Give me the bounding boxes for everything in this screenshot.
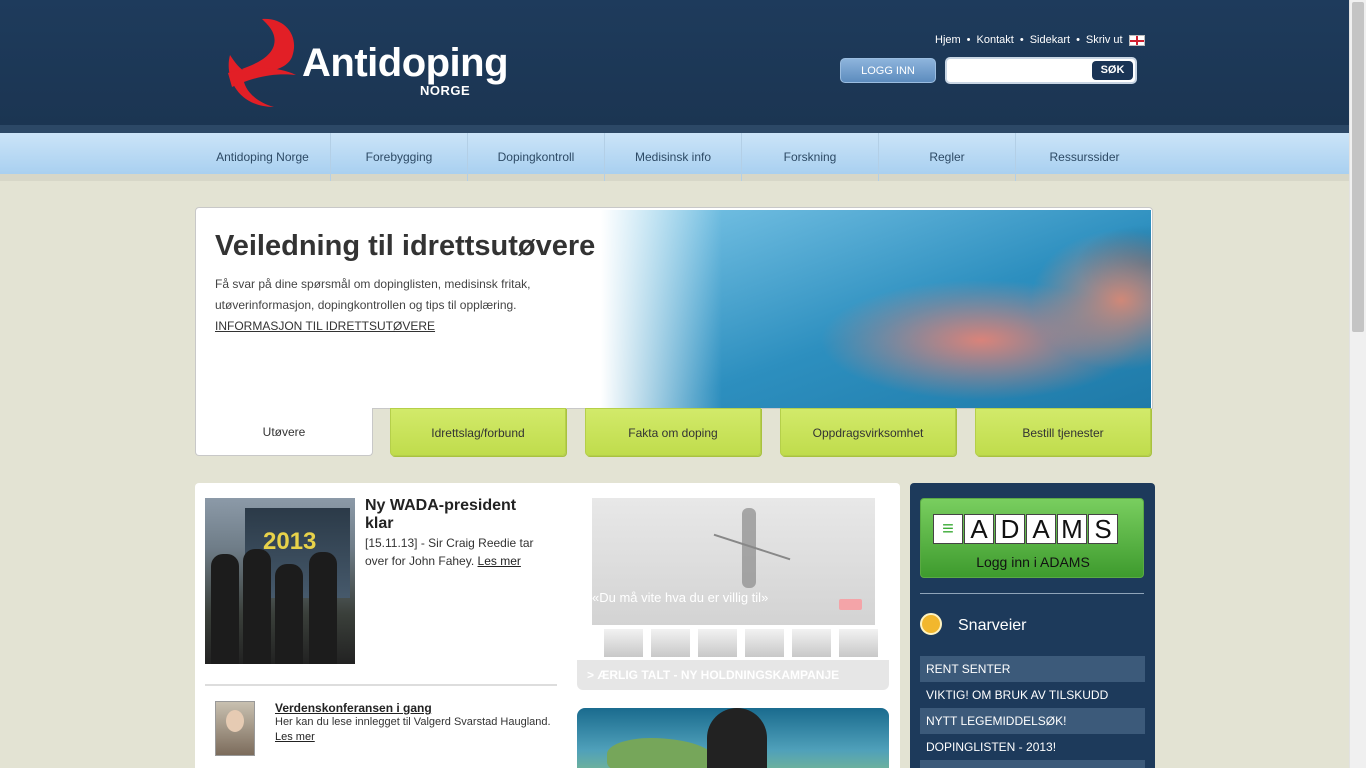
- link-sidekart[interactable]: Sidekart: [1030, 34, 1070, 46]
- adams-letter: M: [1057, 514, 1087, 544]
- thumbnail[interactable]: [698, 629, 737, 657]
- campaign-caption: «Du må vite hva du er villig til»: [592, 590, 769, 605]
- video-icon[interactable]: [839, 599, 862, 610]
- campaign-image[interactable]: [592, 498, 875, 625]
- tab-bestill-tjenester[interactable]: Bestill tjenester: [975, 408, 1151, 456]
- shortcuts-icon: [920, 613, 942, 635]
- nav-item-forskning[interactable]: Forskning: [742, 133, 879, 181]
- thumbnail[interactable]: [745, 629, 784, 657]
- scrollbar-thumb[interactable]: [1352, 2, 1364, 332]
- tab-fakta-om-doping[interactable]: Fakta om doping: [585, 408, 761, 456]
- vertical-scrollbar[interactable]: [1349, 0, 1366, 768]
- secondary-news-title[interactable]: Verdenskonferansen i gang: [275, 701, 432, 715]
- portrait-image[interactable]: [215, 701, 255, 756]
- sidebar-divider: [920, 593, 1144, 594]
- nav-item-forebygging[interactable]: Forebygging: [331, 133, 468, 181]
- sidebar: ≡ A D A M S Logg inn i ADAMS Snarveier R…: [910, 483, 1155, 768]
- search-input[interactable]: [951, 62, 1091, 80]
- campaign-link[interactable]: > ÆRLIG TALT - NY HOLDNINGSKAMPANJE: [577, 660, 889, 690]
- shortcut-item[interactable]: RENT SENTER: [920, 656, 1145, 682]
- news-divider: [205, 684, 557, 686]
- world-banner-image[interactable]: [577, 708, 889, 768]
- adams-login-button[interactable]: ≡ A D A M S Logg inn i ADAMS: [920, 498, 1144, 578]
- site-logo[interactable]: Antidoping NORGE: [222, 15, 509, 115]
- shortcut-item[interactable]: NYTT LEGEMIDDELSØK!: [920, 708, 1145, 734]
- shortcut-item[interactable]: [920, 760, 1145, 768]
- adams-letter: A: [1026, 514, 1056, 544]
- nav-item-medisinsk-info[interactable]: Medisinsk info: [605, 133, 742, 181]
- adams-mark-icon: ≡: [933, 514, 963, 544]
- nav-item-antidoping-norge[interactable]: Antidoping Norge: [195, 133, 331, 181]
- link-skriv-ut[interactable]: Skriv ut: [1086, 34, 1123, 46]
- nav-item-dopingkontroll[interactable]: Dopingkontroll: [468, 133, 605, 181]
- search-button[interactable]: SØK: [1092, 61, 1133, 80]
- site-header: Antidoping NORGE Hjem • Kontakt • Sideka…: [0, 0, 1349, 133]
- top-links: Hjem • Kontakt • Sidekart • Skriv ut: [935, 34, 1145, 46]
- link-hjem[interactable]: Hjem: [935, 34, 961, 46]
- shortcuts-title: Snarveier: [958, 617, 1027, 634]
- separator-dot: •: [1019, 34, 1024, 46]
- hero-title: Veiledning til idrettsutøvere: [215, 230, 596, 262]
- audience-tabs: Utøvere Idrettslag/forbund Fakta om dopi…: [195, 408, 1153, 457]
- news-read-more-link[interactable]: Les mer: [478, 554, 521, 568]
- logo-wordmark: Antidoping: [302, 41, 509, 85]
- thumbnail[interactable]: [792, 629, 831, 657]
- tab-utovere[interactable]: Utøvere: [195, 408, 373, 456]
- news-title[interactable]: Ny WADA-president klar: [365, 497, 535, 533]
- login-button[interactable]: LOGG INN: [840, 58, 936, 83]
- adams-logo: ≡ A D A M S: [933, 514, 1118, 544]
- news-summary: [15.11.13] - Sir Craig Reedie tar over f…: [365, 534, 550, 570]
- secondary-news-summary: Her kan du lese innlegget til Valgerd Sv…: [275, 716, 551, 728]
- thumbnail[interactable]: [604, 629, 643, 657]
- shortcuts-list: RENT SENTER VIKTIG! OM BRUK AV TILSKUDD …: [920, 656, 1145, 768]
- logo-mark-icon: [228, 18, 296, 107]
- adams-letter: A: [964, 514, 994, 544]
- hero-link[interactable]: INFORMASJON TIL IDRETTSUTØVERE: [215, 319, 435, 333]
- nav-item-ressurssider[interactable]: Ressurssider: [1016, 133, 1153, 181]
- hero-banner: Veiledning til idrettsutøvere Få svar på…: [195, 207, 1153, 409]
- logo-subtitle: NORGE: [420, 83, 471, 98]
- news-image[interactable]: 2013: [205, 498, 355, 664]
- main-content: 2013 Ny WADA-president klar [15.11.13] -…: [195, 483, 900, 768]
- secondary-news-text: Her kan du lese innlegget til Valgerd Sv…: [275, 715, 555, 745]
- link-kontakt[interactable]: Kontakt: [977, 34, 1014, 46]
- backdrop-year: 2013: [263, 528, 317, 555]
- campaign-widget: «Du må vite hva du er villig til» > ÆRLI…: [577, 498, 889, 690]
- tab-oppdragsvirksomhet[interactable]: Oppdragsvirksomhet: [780, 408, 956, 456]
- nav-item-regler[interactable]: Regler: [879, 133, 1016, 181]
- secondary-read-more-link[interactable]: Les mer: [275, 731, 315, 743]
- adams-label: Logg inn i ADAMS: [976, 554, 1090, 570]
- search-box: SØK: [945, 57, 1137, 84]
- campaign-thumbnails: [604, 629, 878, 657]
- tab-idrettslag[interactable]: Idrettslag/forbund: [390, 408, 566, 456]
- separator-dot: •: [1076, 34, 1080, 46]
- english-flag-icon[interactable]: [1128, 34, 1145, 46]
- adams-letter: D: [995, 514, 1025, 544]
- thumbnail[interactable]: [839, 629, 878, 657]
- swimmer-image: [601, 210, 1151, 408]
- main-nav: Antidoping Norge Forebygging Dopingkontr…: [0, 133, 1349, 181]
- shortcut-item[interactable]: DOPINGLISTEN - 2013!: [920, 734, 1145, 760]
- separator-dot: •: [966, 34, 971, 46]
- hero-text: Få svar på dine spørsmål om dopinglisten…: [215, 277, 531, 312]
- thumbnail[interactable]: [651, 629, 690, 657]
- shortcut-item[interactable]: VIKTIG! OM BRUK AV TILSKUDD: [920, 682, 1145, 708]
- adams-letter: S: [1088, 514, 1118, 544]
